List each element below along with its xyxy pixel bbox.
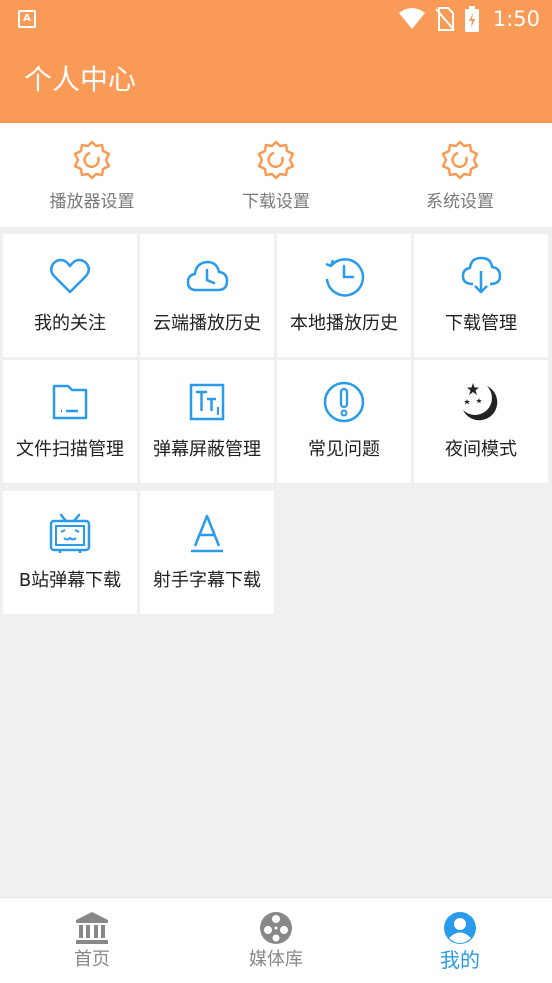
folder-icon [52, 384, 88, 420]
grid-item-file-scan[interactable]: 文件扫描管理 [3, 360, 137, 483]
bottom-nav: 首页 媒体库 我的 [0, 897, 552, 983]
text-block-icon [189, 383, 225, 421]
account-circle-icon [444, 912, 476, 944]
grid-item-label: 我的关注 [34, 313, 106, 334]
grid-item-download-manager[interactable]: 下载管理 [414, 234, 548, 357]
status-icons [398, 5, 480, 33]
bilibili-tv-icon [49, 513, 91, 553]
gear-icon [257, 140, 295, 180]
app-bar: 个人中心 [0, 38, 552, 123]
grid-item-cloud-history[interactable]: 云端播放历史 [140, 234, 274, 357]
moon-stars-icon [463, 383, 498, 421]
system-settings-button[interactable]: 系统设置 [368, 123, 552, 227]
settings-label: 播放器设置 [49, 192, 135, 212]
grid-item-shooter-subtitles[interactable]: 射手字幕下载 [140, 491, 274, 614]
tab-label: 我的 [440, 948, 480, 972]
settings-label: 下载设置 [242, 192, 310, 212]
tab-label: 媒体库 [249, 949, 303, 970]
settings-label: 系统设置 [426, 192, 494, 212]
grid-item-label: 常见问题 [308, 439, 380, 460]
cloud-download-icon [461, 256, 502, 294]
grid-item-label: 下载管理 [445, 313, 517, 334]
battery-charging-icon [465, 6, 479, 32]
tab-media-library[interactable]: 媒体库 [184, 898, 368, 983]
grid-item-label: B站弹幕下载 [18, 570, 122, 591]
grid-item-label: 夜间模式 [445, 439, 517, 460]
player-settings-button[interactable]: 播放器设置 [0, 123, 184, 227]
exclamation-icon [323, 381, 365, 423]
gear-icon [441, 140, 479, 180]
letter-a-icon [191, 514, 223, 553]
cloud-clock-icon [186, 260, 229, 292]
grid-item-label: 射手字幕下载 [153, 570, 261, 591]
grid-item-label: 文件扫描管理 [16, 439, 124, 460]
grid-item-bilibili-danmaku[interactable]: B站弹幕下载 [3, 491, 137, 614]
grid-item-night-mode[interactable]: 夜间模式 [414, 360, 548, 483]
wifi-icon [399, 8, 425, 29]
grid-item-danmaku-block[interactable]: 弹幕屏蔽管理 [140, 360, 274, 483]
settings-row: 播放器设置 下载设置 系统设置 [0, 123, 552, 227]
grid-item-faq[interactable]: 常见问题 [277, 360, 411, 483]
gear-icon [73, 140, 111, 180]
a-icon: A [18, 10, 36, 28]
grid-item-local-history[interactable]: 本地播放历史 [277, 234, 411, 357]
grid-item-my-follows[interactable]: 我的关注 [3, 234, 137, 357]
grid-item-label: 弹幕屏蔽管理 [153, 439, 261, 460]
status-time: 1:50 [492, 7, 540, 31]
tab-home[interactable]: 首页 [0, 898, 184, 983]
status-bar: A 1:50 [0, 0, 552, 38]
no-sim-icon [435, 7, 455, 31]
grid-item-label: 云端播放历史 [153, 313, 261, 334]
download-settings-button[interactable]: 下载设置 [184, 123, 368, 227]
page-title: 个人中心 [24, 63, 137, 96]
history-clock-icon [325, 258, 365, 297]
grid-item-label: 本地播放历史 [290, 313, 398, 334]
tab-label: 首页 [74, 949, 110, 970]
tab-mine[interactable]: 我的 [368, 898, 552, 983]
film-reel-icon [260, 912, 292, 944]
heart-icon [50, 258, 90, 294]
bank-icon [76, 912, 108, 944]
